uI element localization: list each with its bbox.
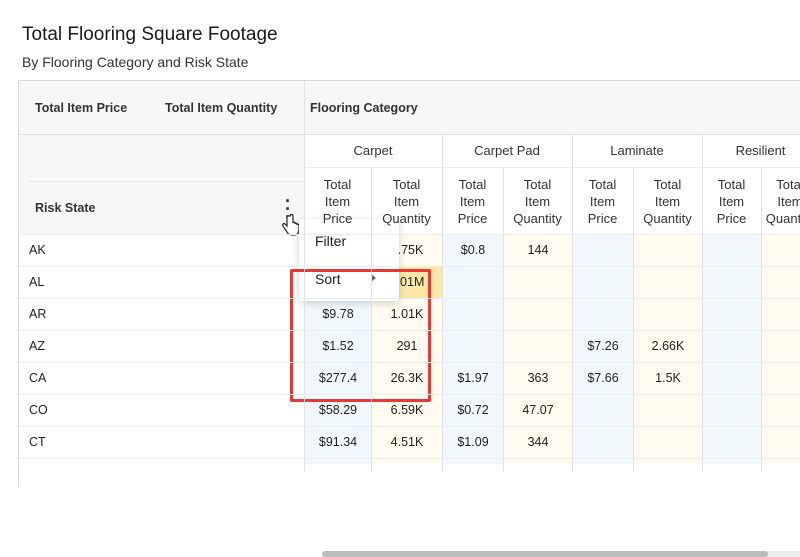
row-divider bbox=[19, 394, 800, 395]
subheader-total-item-price[interactable]: Total Item Price bbox=[572, 176, 633, 227]
column-tint bbox=[702, 234, 761, 464]
row-label-ca[interactable]: CA bbox=[29, 371, 46, 385]
row-label-az[interactable]: AZ bbox=[29, 339, 45, 353]
column-tint bbox=[761, 234, 800, 464]
header-divider bbox=[304, 167, 800, 168]
subheader-total-item-price[interactable]: Total Item Price bbox=[702, 176, 761, 227]
column-dimension-label[interactable]: Flooring Category bbox=[310, 101, 418, 115]
pivot-table: Total Item Price Total Item Quantity Flo… bbox=[18, 80, 800, 557]
category-header-laminate[interactable]: Laminate bbox=[572, 143, 702, 158]
table-cell[interactable]: 144 bbox=[504, 235, 572, 266]
risk-state-label: Risk State bbox=[35, 201, 96, 215]
row-divider bbox=[19, 426, 800, 427]
table-cell[interactable]: $91.34 bbox=[305, 427, 371, 458]
column-divider bbox=[304, 81, 305, 471]
table-cell[interactable]: $1.09 bbox=[443, 427, 503, 458]
category-header-resilient[interactable]: Resilient bbox=[702, 143, 800, 158]
row-divider bbox=[19, 458, 800, 459]
table-cell[interactable]: $7.66 bbox=[573, 363, 633, 394]
category-header-carpet[interactable]: Carpet bbox=[304, 143, 442, 158]
menu-item-filter[interactable]: Filter bbox=[315, 233, 346, 249]
row-label-ar[interactable]: AR bbox=[29, 307, 46, 321]
subheader-total-item-price[interactable]: Total Item Price bbox=[304, 176, 371, 227]
table-cell[interactable]: 1.5K bbox=[634, 363, 702, 394]
chart-subtitle: By Flooring Category and Risk State bbox=[22, 54, 249, 70]
table-cell[interactable]: 4.51K bbox=[372, 427, 442, 458]
category-header-carpet-pad[interactable]: Carpet Pad bbox=[442, 143, 572, 158]
subheader-total-item-quantity[interactable]: TotalItemQuantity bbox=[371, 176, 442, 227]
scrollbar-thumb[interactable] bbox=[322, 551, 768, 557]
row-divider bbox=[19, 362, 800, 363]
table-cell[interactable]: $0.72 bbox=[443, 395, 503, 426]
table-cell[interactable]: 344 bbox=[504, 427, 572, 458]
row-label-al[interactable]: AL bbox=[29, 275, 44, 289]
table-cell[interactable]: $0.8 bbox=[443, 235, 503, 266]
measure-total-item-quantity[interactable]: Total Item Quantity bbox=[165, 101, 277, 115]
subheader-total-item-quantity[interactable]: TotalItemQuantity bbox=[761, 176, 800, 227]
row-label-ct[interactable]: CT bbox=[29, 435, 46, 449]
table-cell[interactable]: $1.97 bbox=[443, 363, 503, 394]
subheader-total-item-price[interactable]: Total Item Price bbox=[442, 176, 503, 227]
table-cell[interactable]: 47.07 bbox=[504, 395, 572, 426]
subheader-total-item-quantity[interactable]: TotalItemQuantity bbox=[633, 176, 702, 227]
row-divider bbox=[19, 330, 800, 331]
row-divider bbox=[19, 266, 800, 267]
annotation-highlight-box bbox=[290, 269, 431, 402]
table-cell[interactable]: 2.66K bbox=[634, 331, 702, 362]
measure-total-item-price[interactable]: Total Item Price bbox=[35, 101, 127, 115]
row-divider bbox=[19, 298, 800, 299]
row-label-co[interactable]: CO bbox=[29, 403, 48, 417]
chart-title: Total Flooring Square Footage bbox=[22, 24, 278, 45]
table-cell[interactable]: $7.26 bbox=[573, 331, 633, 362]
subheader-total-item-quantity[interactable]: TotalItemQuantity bbox=[503, 176, 572, 227]
row-label-ak[interactable]: AK bbox=[29, 243, 46, 257]
row-divider bbox=[19, 234, 800, 235]
table-cell[interactable]: 363 bbox=[504, 363, 572, 394]
